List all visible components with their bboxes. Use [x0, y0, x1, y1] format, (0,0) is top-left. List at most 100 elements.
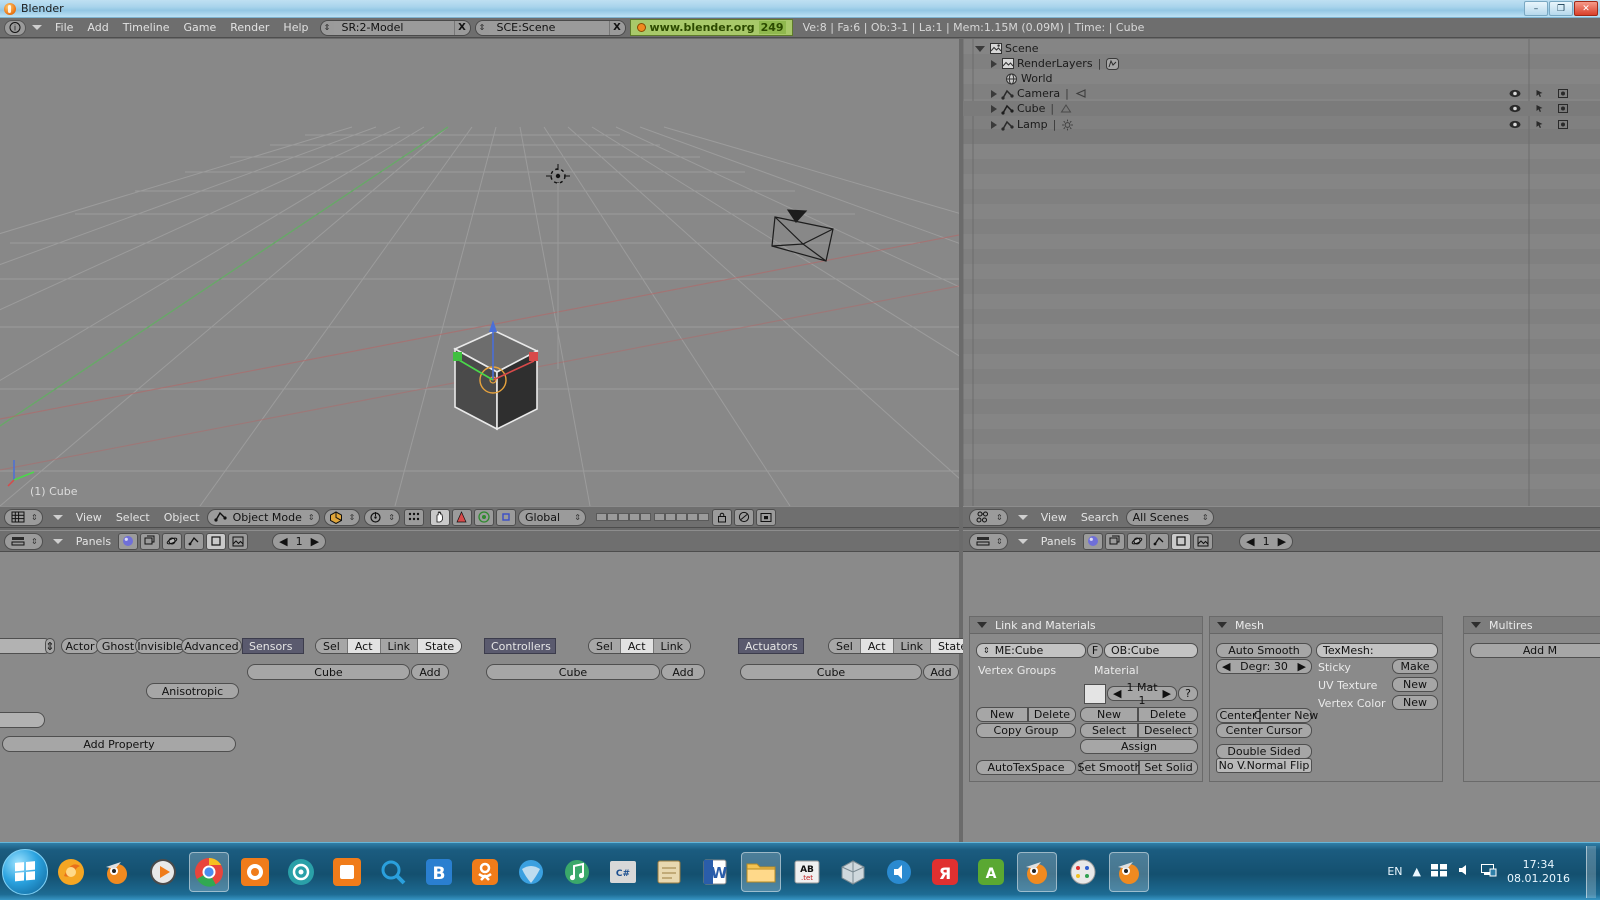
- network-icon[interactable]: [1431, 863, 1448, 880]
- menu-timeline[interactable]: Timeline: [116, 19, 177, 37]
- restrict-select-icon[interactable]: [1535, 88, 1544, 101]
- editing-icon[interactable]: [206, 532, 227, 550]
- language-indicator[interactable]: EN: [1387, 865, 1402, 878]
- advanced-button[interactable]: Advanced: [181, 638, 242, 654]
- lamp-data-icon[interactable]: [1061, 119, 1074, 131]
- appstore-icon[interactable]: A: [971, 852, 1011, 892]
- outliner-display-mode-selector[interactable]: All Scenes ⇕: [1125, 508, 1214, 526]
- sharpdevelop-icon[interactable]: C#: [603, 852, 643, 892]
- controllers-filters[interactable]: Sel Act Link: [588, 638, 692, 654]
- renderlayer-badge-icon[interactable]: [1106, 57, 1120, 70]
- object-icon[interactable]: [140, 532, 161, 550]
- object-datablock-field[interactable]: OB:Cube: [1104, 643, 1198, 658]
- object-constraint-icon[interactable]: [1149, 532, 1170, 550]
- anisotropic-button[interactable]: Anisotropic: [146, 683, 239, 699]
- orange-app2-icon[interactable]: [327, 852, 367, 892]
- shading-icon[interactable]: [118, 532, 139, 550]
- windows-start-icon[interactable]: [2, 848, 48, 895]
- ghost-button[interactable]: Ghost: [96, 638, 140, 654]
- volume-icon[interactable]: [1457, 863, 1471, 880]
- actuators-filter-sel[interactable]: Sel: [829, 639, 861, 653]
- controllers-filter-sel[interactable]: Sel: [589, 639, 621, 653]
- media-player-icon[interactable]: [143, 852, 183, 892]
- fake-user-button[interactable]: F: [1087, 643, 1103, 658]
- menu-file[interactable]: File: [48, 19, 80, 37]
- render-preview-icon[interactable]: [733, 508, 754, 526]
- center-cursor-button[interactable]: Center Cursor: [1216, 723, 1312, 738]
- screen-updown-icon[interactable]: ⇕: [320, 20, 334, 35]
- scale-manip-icon[interactable]: [473, 508, 494, 526]
- restrict-view-icon[interactable]: [1509, 119, 1521, 132]
- vertex-group-new-button[interactable]: New: [976, 707, 1028, 722]
- material-assign-button[interactable]: Assign: [1080, 739, 1198, 754]
- add-multires-button[interactable]: Add M: [1470, 643, 1600, 658]
- outliner-menu-search[interactable]: Search: [1074, 511, 1126, 524]
- panel-page-selector-right[interactable]: ◀ 1 ▶: [1239, 532, 1294, 550]
- chevron-right-icon[interactable]: [991, 104, 997, 113]
- screen-selector[interactable]: ⇕ SR:2-Model X: [319, 19, 471, 36]
- material-preview-swatch[interactable]: [1084, 684, 1106, 704]
- panel-collapse-icon[interactable]: [977, 622, 987, 628]
- buttons-menu-chevron-icon[interactable]: [52, 538, 63, 544]
- material-select-button[interactable]: Select: [1080, 723, 1138, 738]
- sensors-filter-act[interactable]: Act: [347, 639, 381, 653]
- sensors-filter-state[interactable]: State: [418, 639, 462, 653]
- object-constraint-icon[interactable]: [184, 532, 205, 550]
- panel-collapse-icon[interactable]: [1217, 622, 1227, 628]
- menu-game[interactable]: Game: [177, 19, 224, 37]
- actuators-filters[interactable]: Sel Act Link State: [828, 638, 976, 654]
- panel-collapse-icon[interactable]: [1471, 622, 1481, 628]
- transform-widget-icon[interactable]: [495, 508, 516, 526]
- restrict-view-icon[interactable]: [1509, 88, 1521, 101]
- physics-icon[interactable]: [1127, 532, 1148, 550]
- window-controls[interactable]: – ❐ ✕: [1524, 1, 1598, 16]
- editing-buttons-icon[interactable]: ⇕: [969, 532, 1008, 550]
- add-property-button[interactable]: Add Property: [2, 736, 236, 752]
- material-index-selector[interactable]: ◀ 1 Mat 1 ▶: [1107, 681, 1177, 707]
- controllers-filter-link[interactable]: Link: [653, 639, 691, 653]
- sticky-make-button[interactable]: Make: [1392, 659, 1438, 674]
- actuators-add-button[interactable]: Add: [923, 664, 959, 680]
- sensors-add-button[interactable]: Add: [411, 664, 449, 680]
- double-sided-toggle[interactable]: Double Sided: [1216, 744, 1312, 759]
- mesh-datablock-field[interactable]: ⇕ ME:Cube: [976, 643, 1086, 658]
- draw-type-selector[interactable]: ⇕: [323, 508, 361, 526]
- degree-next-icon[interactable]: ▶: [1298, 660, 1306, 673]
- degree-prev-icon[interactable]: ◀: [1222, 660, 1230, 673]
- layer-buttons-group-1[interactable]: [595, 513, 651, 521]
- chevron-right-icon[interactable]: [991, 89, 997, 98]
- speech-icon[interactable]: [879, 852, 919, 892]
- abbyy-icon[interactable]: AB .tet: [787, 852, 827, 892]
- page-next-icon[interactable]: ▶: [1278, 535, 1286, 548]
- menu-help[interactable]: Help: [276, 19, 315, 37]
- yandex-icon[interactable]: Я: [925, 852, 965, 892]
- screen-delete-button[interactable]: X: [453, 20, 470, 35]
- uv-texture-new-button[interactable]: New: [1392, 677, 1438, 692]
- sensors-filter-link[interactable]: Link: [380, 639, 419, 653]
- controllers-filter-act[interactable]: Act: [620, 639, 654, 653]
- scene-name[interactable]: SCE:Scene: [488, 20, 609, 35]
- maximize-button[interactable]: ❐: [1549, 1, 1573, 16]
- outliner-menu-view[interactable]: View: [1034, 511, 1074, 524]
- viewport-menu-chevron-icon[interactable]: [52, 514, 63, 520]
- buttons-menu-chevron-icon-right[interactable]: [1017, 538, 1028, 544]
- outliner-row-renderlayers[interactable]: RenderLayers |: [991, 56, 1122, 71]
- restrict-render-icon[interactable]: [1558, 119, 1568, 132]
- outliner-menu-chevron-icon[interactable]: [1017, 514, 1028, 520]
- show-desktop-button[interactable]: [1586, 845, 1596, 898]
- paint-icon[interactable]: [1063, 852, 1103, 892]
- outliner-row-camera[interactable]: Camera |: [991, 86, 1090, 101]
- outliner-row-lamp[interactable]: Lamp |: [991, 117, 1077, 132]
- header-menu-chevron-icon[interactable]: [32, 25, 42, 30]
- invisible-button[interactable]: Invisible: [135, 638, 185, 654]
- camera-data-icon[interactable]: [1074, 88, 1087, 100]
- chrome-icon[interactable]: [189, 851, 229, 892]
- logic-buttons-icon[interactable]: ⇕: [4, 532, 43, 550]
- minimize-button[interactable]: –: [1524, 1, 1548, 16]
- restrict-view-icon[interactable]: [1509, 103, 1521, 116]
- scene-updown-icon[interactable]: ⇕: [475, 20, 489, 35]
- outliner-editor[interactable]: Scene RenderLayers | World Camera | Cube…: [963, 39, 1600, 506]
- odnoklassniki-icon[interactable]: [465, 852, 505, 892]
- outliner-icon[interactable]: ⇕: [969, 508, 1008, 526]
- sensors-object-button[interactable]: Cube: [247, 664, 410, 680]
